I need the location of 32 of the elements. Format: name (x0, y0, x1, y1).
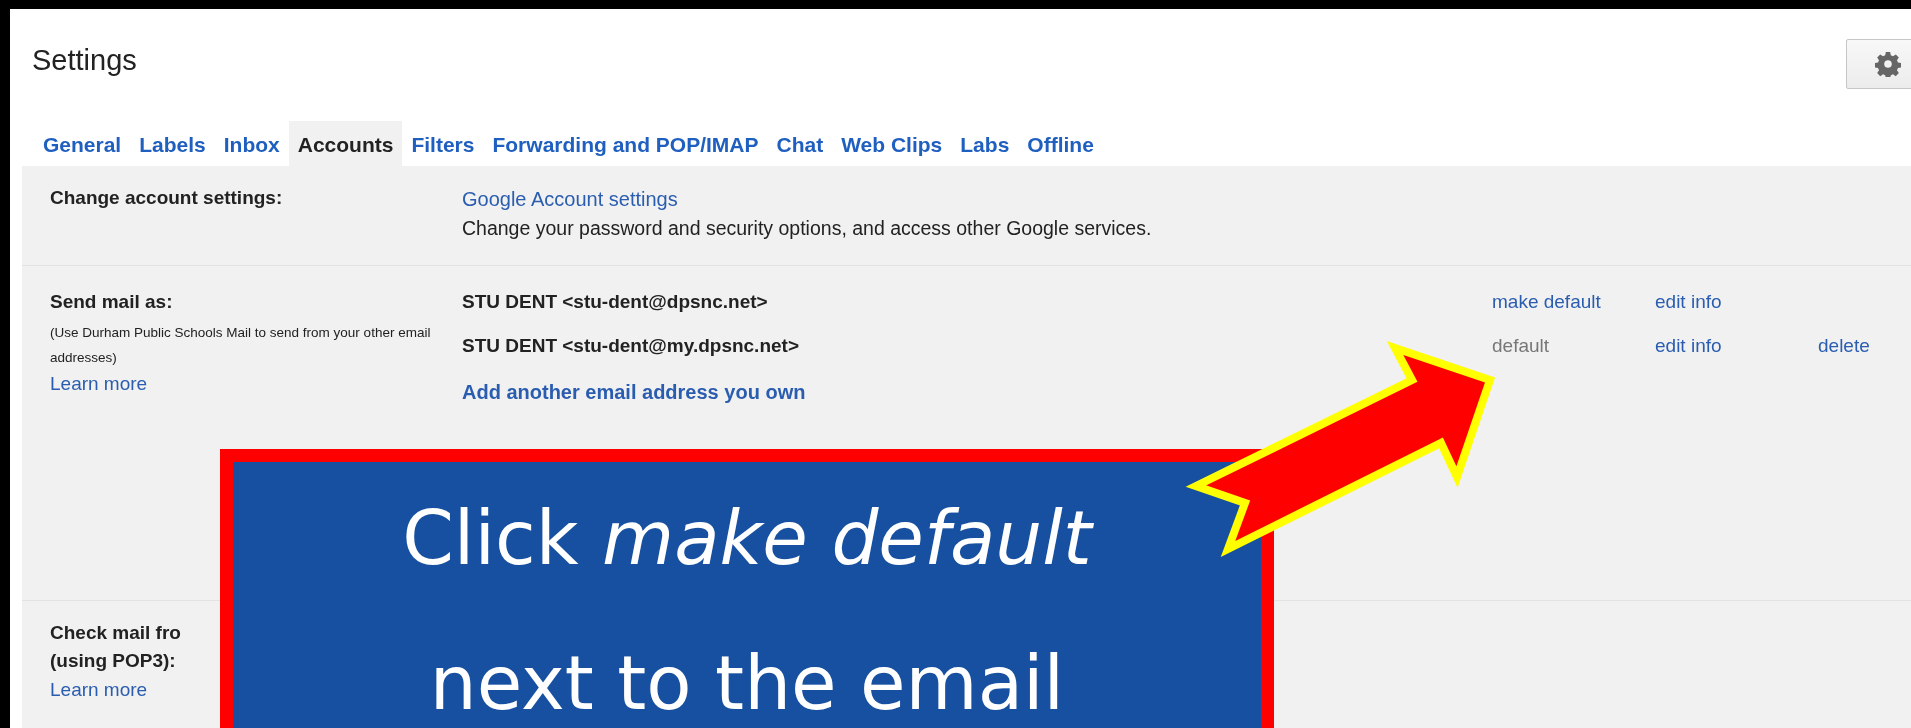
action-link[interactable]: delete (1818, 335, 1870, 357)
learn-more-link[interactable]: Learn more (50, 675, 148, 705)
section-note: (Use Durham Public Schools Mail to send from your other email addresses) (50, 324, 432, 368)
settings-tab[interactable]: Accounts (288, 121, 403, 166)
settings-tab[interactable]: Offline (1018, 121, 1103, 166)
section-label: (using POP3): (50, 649, 177, 674)
callout-text: Click make default (401, 494, 1095, 583)
settings-tab[interactable]: Chat (767, 121, 833, 166)
add-address-link[interactable]: Add another email address you own (462, 376, 806, 407)
settings-tab[interactable]: Web Clips (832, 121, 952, 166)
default-label: default (1492, 335, 1550, 357)
action-link[interactable]: make default (1492, 290, 1601, 312)
settings-tab[interactable]: Forwarding and POP/IMAP (483, 121, 768, 166)
section-label: Check mail fro (50, 620, 182, 645)
settings-tab[interactable]: Labs (951, 121, 1019, 166)
action-link[interactable]: edit info (1655, 290, 1722, 312)
section-label: Send mail as: (50, 289, 174, 314)
settings-button[interactable] (1846, 39, 1911, 89)
settings-icon (1875, 51, 1901, 77)
callout-text: next to the email (428, 639, 1066, 728)
section-label: Change account settings: (50, 185, 284, 210)
email-address: STU DENT <stu-dent@dpsnc.net> (462, 289, 769, 314)
settings-tab[interactable]: Inbox (214, 121, 289, 166)
section-description: Change your password and security options, and access other Google services. (462, 215, 1153, 241)
email-address: STU DENT <stu-dent@my.dpsnc.net> (462, 334, 800, 359)
account-settings-link[interactable]: Google Account settings (462, 183, 678, 214)
settings-tab[interactable]: General (34, 121, 131, 166)
settings-tab[interactable]: Labels (130, 121, 215, 166)
learn-more-link[interactable]: Learn more (50, 370, 148, 399)
page-title: Settings (32, 44, 137, 76)
action-link[interactable]: edit info (1655, 335, 1722, 357)
settings-tab[interactable]: Filters (402, 121, 484, 166)
